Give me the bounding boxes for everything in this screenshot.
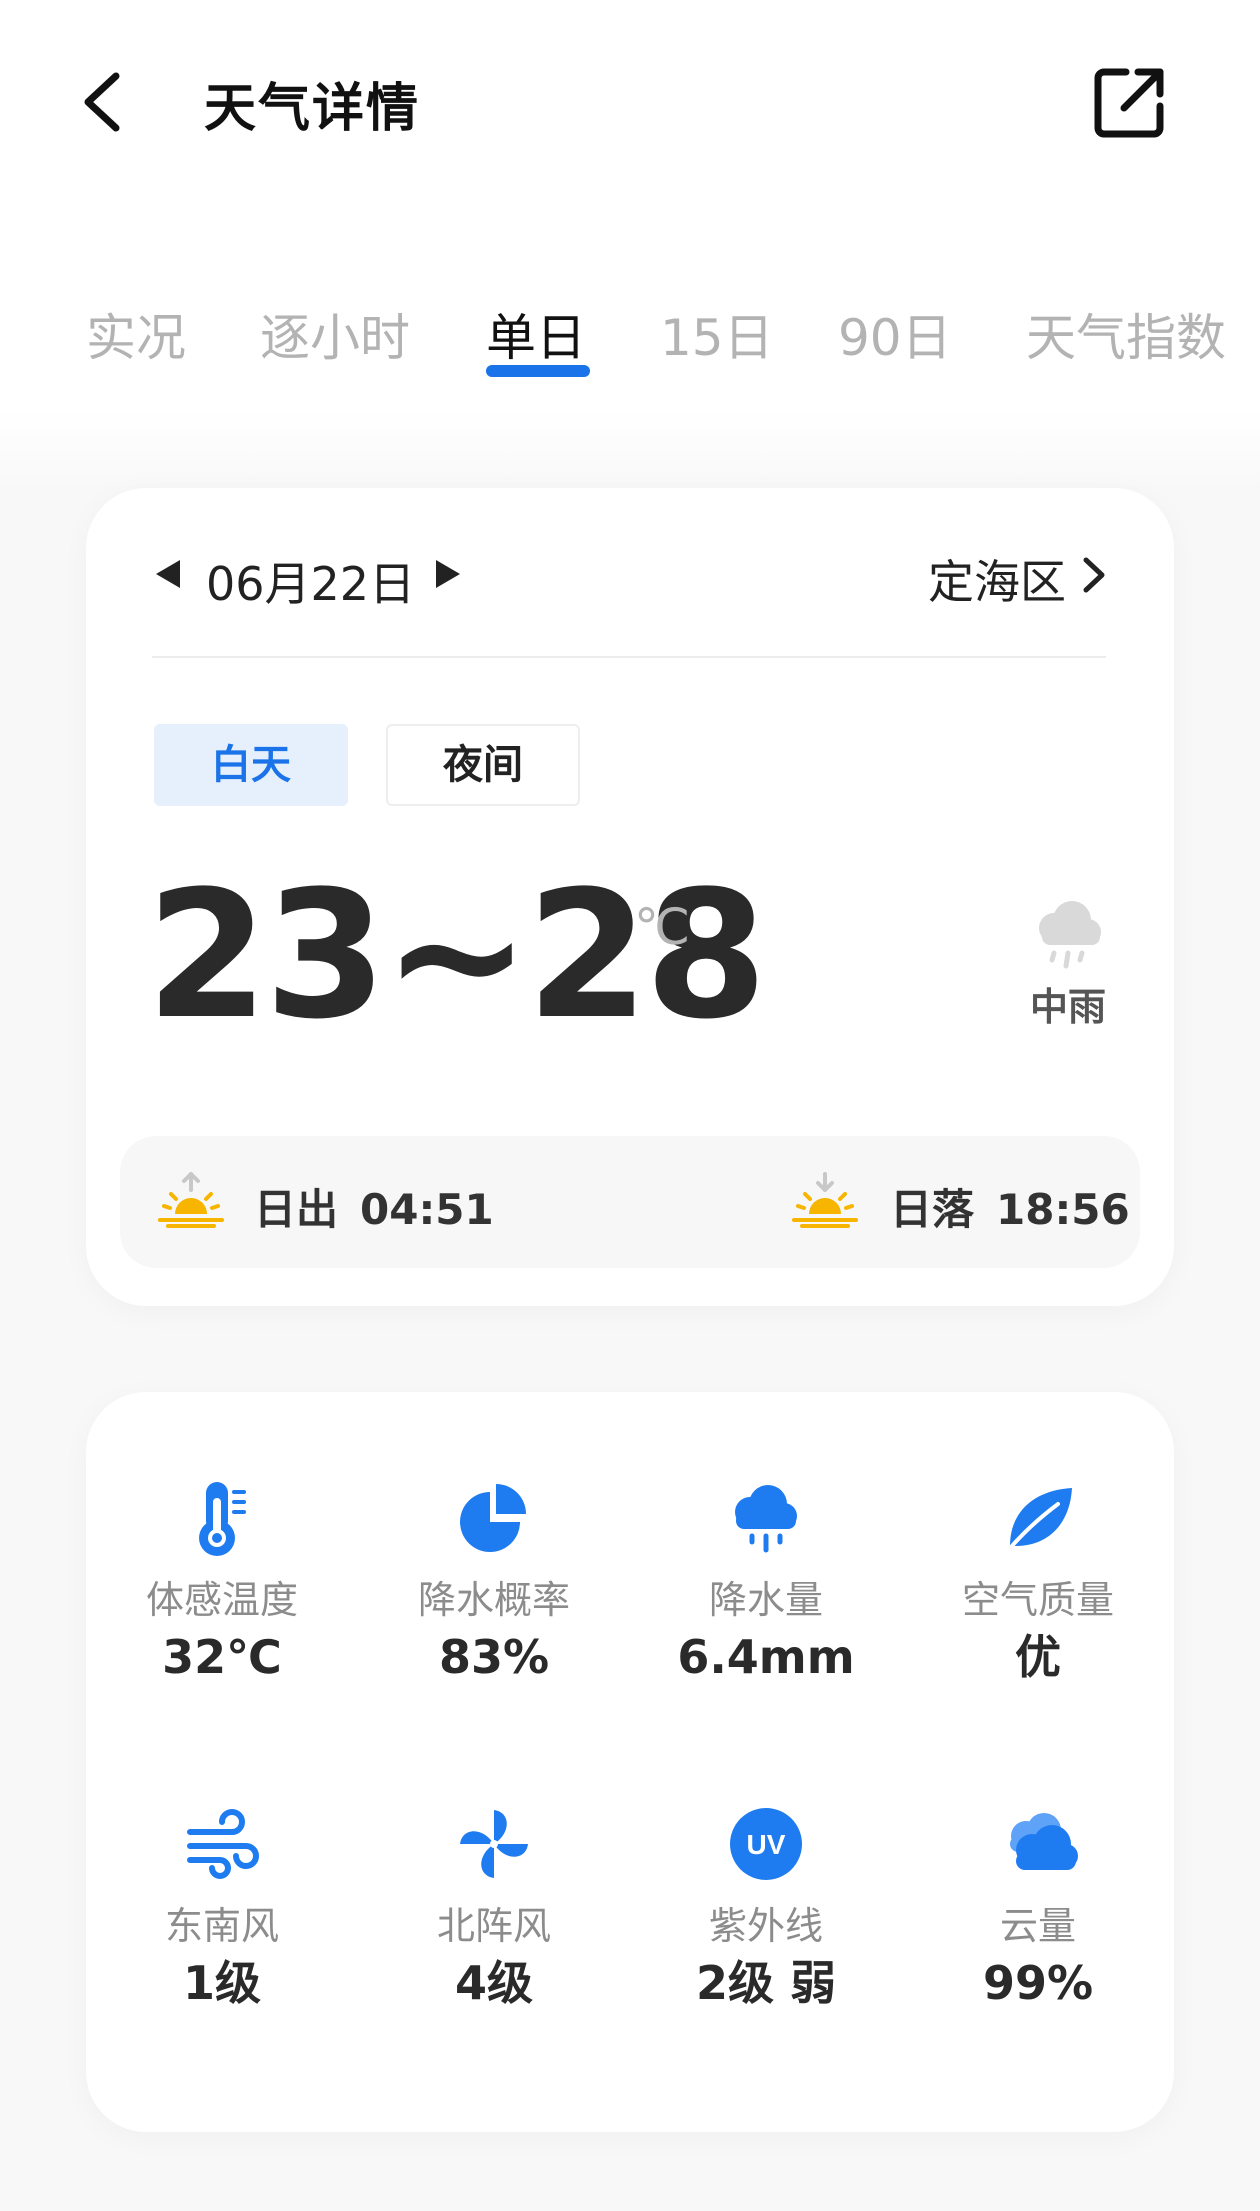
detail-label: 东南风	[164, 1904, 279, 1948]
next-day-button[interactable]	[432, 554, 464, 594]
location-selector[interactable]: 定海区	[928, 546, 1066, 612]
uv-icon: UV	[730, 1808, 802, 1880]
tab-weather-index[interactable]: 天气指数	[1026, 298, 1226, 370]
leaf-icon	[1010, 1488, 1072, 1548]
chevron-right-icon[interactable]	[1080, 554, 1108, 596]
detail-value: 优	[1015, 1629, 1061, 1684]
background-fade	[0, 410, 1260, 490]
detail-label: 降水量	[708, 1578, 823, 1622]
sunset-time: 18:56	[996, 1185, 1130, 1234]
active-tab-indicator	[486, 365, 590, 377]
divider	[152, 656, 1106, 658]
rain-cloud-icon	[1032, 898, 1104, 972]
share-button[interactable]	[1092, 64, 1168, 140]
back-button[interactable]	[72, 62, 132, 142]
pinwheel-icon	[460, 1810, 528, 1878]
detail-label: 空气质量	[961, 1578, 1114, 1622]
detail-value: 32℃	[162, 1629, 282, 1684]
tab-hourly[interactable]: 逐小时	[260, 298, 410, 370]
weather-details-card: 体感温度 32℃ 降水概率 83% 降水量 6.4mm 空气质量 优 东南风 1…	[86, 1392, 1174, 2132]
detail-value: 83%	[438, 1629, 550, 1684]
detail-label: 降水概率	[417, 1578, 570, 1622]
detail-uv: UV 紫外线 2级 弱	[630, 1802, 902, 2011]
sunrise-icon	[154, 1170, 228, 1228]
header-bar: 天气详情	[0, 0, 1260, 210]
temperature-range: 23~28	[146, 853, 767, 1058]
sunset-label: 日落	[890, 1185, 975, 1234]
sunset-icon	[788, 1170, 862, 1228]
nighttime-toggle[interactable]: 夜间	[386, 724, 580, 806]
rain-cloud-icon	[735, 1485, 797, 1553]
sunrise-info: 日出 04:51	[254, 1176, 494, 1237]
detail-precipitation: 降水量 6.4mm	[630, 1476, 902, 1685]
tab-bar: 实况 逐小时 单日 15日 90日 天气指数	[0, 210, 1260, 410]
weather-condition: 中雨	[1030, 985, 1107, 1029]
svg-text:UV: UV	[747, 1829, 786, 1860]
detail-precip-probability: 降水概率 83%	[358, 1476, 630, 1685]
tab-90-day[interactable]: 90日	[838, 298, 952, 370]
thermometer-icon	[199, 1482, 246, 1556]
detail-label: 紫外线	[708, 1904, 823, 1948]
tab-single-day[interactable]: 单日	[486, 298, 586, 370]
sunrise-label: 日出	[254, 1185, 339, 1234]
detail-label: 北阵风	[436, 1904, 551, 1948]
day-forecast-card: 06月22日 定海区 白天 夜间 23~28 ℃ 中雨 日出 04:51 日落 …	[86, 488, 1174, 1306]
triangle-right-icon	[436, 560, 460, 588]
date-label: 06月22日	[206, 557, 416, 611]
detail-label: 云量	[999, 1904, 1076, 1948]
daytime-toggle[interactable]: 白天	[154, 724, 348, 806]
tab-live[interactable]: 实况	[86, 298, 186, 370]
triangle-left-icon	[156, 560, 180, 588]
detail-wind: 东南风 1级	[86, 1802, 358, 2011]
detail-air-quality: 空气质量 优	[902, 1476, 1174, 1685]
detail-value: 2级 弱	[695, 1955, 837, 2010]
sun-times-strip: 日出 04:51 日落 18:56	[120, 1136, 1140, 1268]
detail-value: 6.4mm	[677, 1629, 855, 1684]
detail-gust: 北阵风 4级	[358, 1802, 630, 2011]
detail-value: 1级	[182, 1955, 261, 2010]
external-link-icon	[1094, 68, 1164, 138]
detail-value: 99%	[982, 1955, 1094, 2010]
detail-label: 体感温度	[145, 1578, 298, 1622]
back-arrow-icon	[84, 72, 120, 132]
previous-day-button[interactable]	[152, 554, 184, 594]
page-title: 天气详情	[204, 79, 421, 139]
sunset-info: 日落 18:56	[890, 1176, 1130, 1237]
temperature-unit: ℃	[634, 898, 691, 956]
wind-icon	[187, 1809, 259, 1879]
cloud-icon	[1010, 1813, 1078, 1870]
tab-15-day[interactable]: 15日	[660, 298, 774, 370]
pie-chart-icon	[460, 1484, 526, 1552]
detail-value: 4级	[454, 1955, 533, 2010]
sunrise-time: 04:51	[360, 1185, 494, 1234]
detail-cloud-cover: 云量 99%	[902, 1802, 1174, 2011]
detail-feels-like: 体感温度 32℃	[86, 1476, 358, 1685]
